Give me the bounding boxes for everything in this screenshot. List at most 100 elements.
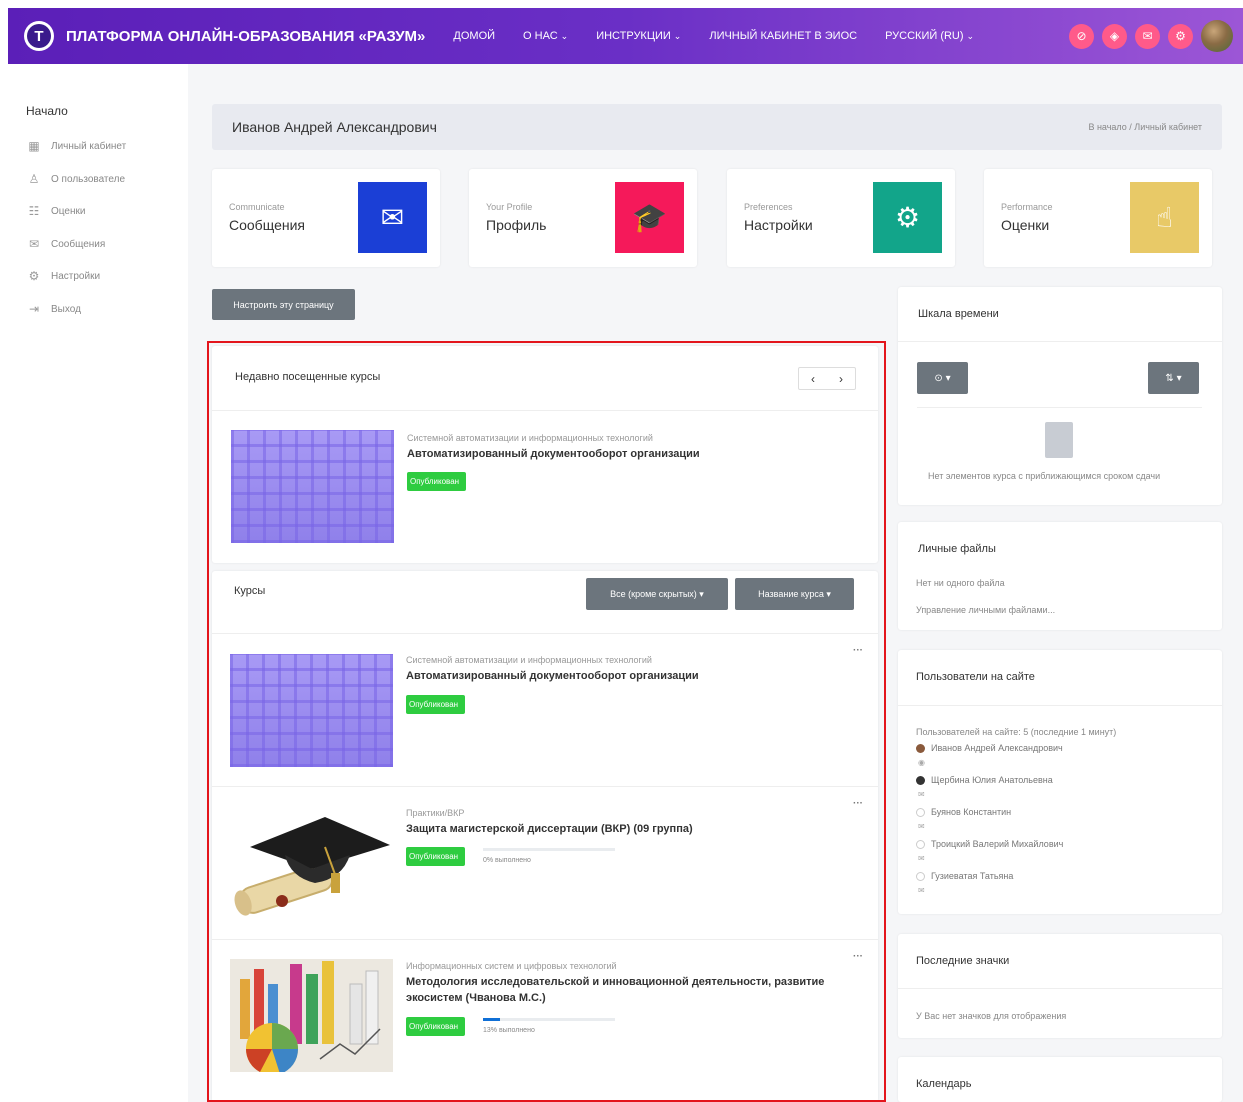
- course-progress-text: 0% выполнено: [483, 857, 531, 864]
- private-files-block: Личные файлы Нет ни одного файла Управле…: [898, 522, 1222, 630]
- recent-courses-title: Недавно посещенные курсы: [235, 371, 381, 383]
- nav-link-home[interactable]: ДОМОЙ: [453, 30, 495, 42]
- next-icon[interactable]: ›: [827, 368, 855, 389]
- status-badge: Опубликован: [406, 847, 465, 866]
- prev-icon[interactable]: ‹: [799, 368, 827, 389]
- page-title: Иванов Андрей Александрович: [232, 119, 437, 135]
- sidebar-item-messages[interactable]: ✉ Сообщения: [26, 237, 105, 251]
- message-icon[interactable]: ✉: [918, 822, 925, 831]
- top-navbar: T ПЛАТФОРМА ОНЛАЙН-ОБРАЗОВАНИЯ «РАЗУМ» Д…: [8, 8, 1243, 64]
- manage-files-link[interactable]: Управление личными файлами...: [916, 605, 1055, 615]
- bell-icon[interactable]: ◈: [1102, 23, 1127, 49]
- course-menu-icon[interactable]: ···: [853, 645, 863, 656]
- course-sort-dropdown[interactable]: Название курса ▾: [735, 578, 854, 610]
- logo-icon: T: [27, 24, 51, 48]
- online-user[interactable]: Иванов Андрей Александрович: [916, 743, 1063, 753]
- sidebar-item-profile[interactable]: ♙ О пользователе: [26, 172, 125, 186]
- sidebar-item-grades[interactable]: ☷ Оценки: [26, 204, 86, 218]
- nav-link-label: РУССКИЙ (RU): [885, 30, 964, 42]
- private-files-title: Личные файлы: [918, 543, 996, 555]
- timeline-title: Шкала времени: [918, 308, 999, 320]
- logout-icon: ⇥: [28, 302, 40, 316]
- online-user-name: Щербина Юлия Анатольевна: [931, 775, 1053, 785]
- language-menu[interactable]: РУССКИЙ (RU) ⌄: [885, 30, 974, 42]
- recent-courses-pager: ‹ ›: [798, 367, 856, 390]
- nav-link-instructions[interactable]: ИНСТРУКЦИИ ⌄: [596, 30, 681, 42]
- timeline-block: Шкала времени ⊙ ▾ ⇅ ▾ Нет элементов курс…: [898, 287, 1222, 505]
- online-user[interactable]: Гузиеватая Татьяна: [916, 871, 1013, 881]
- online-users-title: Пользователи на сайте: [916, 671, 1035, 683]
- online-user[interactable]: Щербина Юлия Анатольевна: [916, 775, 1053, 785]
- course-category: Системной автоматизации и информационных…: [406, 655, 652, 665]
- timeline-filter-dropdown[interactable]: ⊙ ▾: [917, 362, 968, 394]
- course-thumbnail[interactable]: [230, 959, 393, 1075]
- grades-icon: ☷: [28, 204, 40, 218]
- online-user-name: Троицкий Валерий Михайлович: [931, 839, 1064, 849]
- chevron-down-icon: ⌄: [560, 31, 569, 41]
- quick-card-profile[interactable]: Your Profile Профиль 🎓: [469, 169, 697, 267]
- empty-list-icon: [1045, 422, 1073, 458]
- online-users-summary: Пользователей на сайте: 5 (последние 1 м…: [916, 727, 1117, 737]
- message-icon[interactable]: ✉: [918, 790, 925, 799]
- gear-icon[interactable]: ⚙: [1168, 23, 1193, 49]
- course-menu-icon[interactable]: ···: [853, 951, 863, 962]
- chat-bubble-icon: ✉: [358, 182, 427, 253]
- nav-link-eios[interactable]: ЛИЧНЫЙ КАБИНЕТ В ЭИОС: [709, 30, 857, 42]
- course-menu-icon[interactable]: ···: [853, 798, 863, 809]
- sidebar-item-preferences[interactable]: ⚙ Настройки: [26, 269, 100, 283]
- user-icon: ♙: [28, 172, 40, 186]
- message-icon[interactable]: ✉: [918, 854, 925, 863]
- quick-card-subtitle: Communicate: [229, 202, 285, 212]
- chevron-down-icon: ⌄: [966, 31, 975, 41]
- nav-link-label: О НАС: [523, 30, 558, 42]
- latest-badges-block: Последние значки У Вас нет значков для о…: [898, 934, 1222, 1038]
- course-name[interactable]: Методология исследовательской и инноваци…: [406, 974, 846, 1006]
- logo[interactable]: T: [24, 21, 54, 51]
- course-progress-text: 13% выполнено: [483, 1027, 535, 1034]
- online-user[interactable]: Буянов Константин: [916, 807, 1011, 817]
- eye-icon[interactable]: ◉: [918, 758, 925, 767]
- avatar[interactable]: [1201, 20, 1233, 52]
- message-icon[interactable]: ✉: [918, 886, 925, 895]
- quick-card-preferences[interactable]: Preferences Настройки ⚙: [727, 169, 955, 267]
- quick-card-title: Настройки: [744, 217, 813, 233]
- nav-link-about[interactable]: О НАС ⌄: [523, 30, 568, 42]
- quick-card-messages[interactable]: Communicate Сообщения ✉: [212, 169, 440, 267]
- avatar: [916, 743, 925, 753]
- course-thumbnail[interactable]: [230, 654, 393, 767]
- eye-slash-icon[interactable]: ⊘: [1069, 23, 1094, 49]
- quick-card-title: Оценки: [1001, 217, 1050, 233]
- nav-link-label: ЛИЧНЫЙ КАБИНЕТ В ЭИОС: [709, 30, 858, 42]
- timeline-sort-dropdown[interactable]: ⇅ ▾: [1148, 362, 1199, 394]
- quick-card-title: Профиль: [486, 217, 547, 233]
- divider: [212, 786, 878, 787]
- course-thumbnail[interactable]: [230, 807, 393, 920]
- status-badge: Опубликован: [407, 472, 466, 491]
- quick-card-subtitle: Your Profile: [486, 202, 533, 212]
- customize-page-button[interactable]: Настроить эту страницу: [212, 289, 355, 320]
- online-user-name: Гузиеватая Татьяна: [931, 871, 1014, 881]
- graduation-cap-icon: 🎓: [615, 182, 684, 253]
- course-name[interactable]: Автоматизированный документооборот орган…: [406, 668, 846, 684]
- course-name[interactable]: Защита магистерской диссертации (ВКР) (0…: [406, 821, 846, 837]
- quick-card-grades[interactable]: Performance Оценки ☝: [984, 169, 1212, 267]
- sidebar-title[interactable]: Начало: [26, 104, 68, 118]
- sidebar-item-logout[interactable]: ⇥ Выход: [26, 302, 81, 316]
- course-thumbnail[interactable]: [231, 430, 394, 543]
- course-name[interactable]: Автоматизированный документооборот орган…: [407, 446, 847, 462]
- gear-icon: ⚙: [873, 182, 942, 253]
- brand-title[interactable]: ПЛАТФОРМА ОНЛАЙН-ОБРАЗОВАНИЯ «РАЗУМ»: [66, 28, 425, 45]
- online-user-name: Иванов Андрей Александрович: [931, 743, 1063, 753]
- chat-icon[interactable]: ✉: [1135, 23, 1160, 49]
- course-overview-block: Курсы Все (кроме скрытых) ▾ Название кур…: [212, 571, 878, 1102]
- breadcrumb[interactable]: В начало / Личный кабинет: [1088, 122, 1202, 132]
- quick-card-subtitle: Performance: [1001, 202, 1053, 212]
- stars-hand-icon: ☝: [1130, 182, 1199, 253]
- online-user[interactable]: Троицкий Валерий Михайлович: [916, 839, 1063, 849]
- sidebar-item-dashboard[interactable]: ▦ Личный кабинет: [26, 139, 126, 153]
- course-category: Системной автоматизации и информационных…: [407, 433, 653, 443]
- divider: [917, 407, 1202, 408]
- sidebar-item-label: Сообщения: [51, 238, 106, 250]
- course-filter-dropdown[interactable]: Все (кроме скрытых) ▾: [586, 578, 728, 610]
- sidebar-item-label: Оценки: [51, 205, 86, 217]
